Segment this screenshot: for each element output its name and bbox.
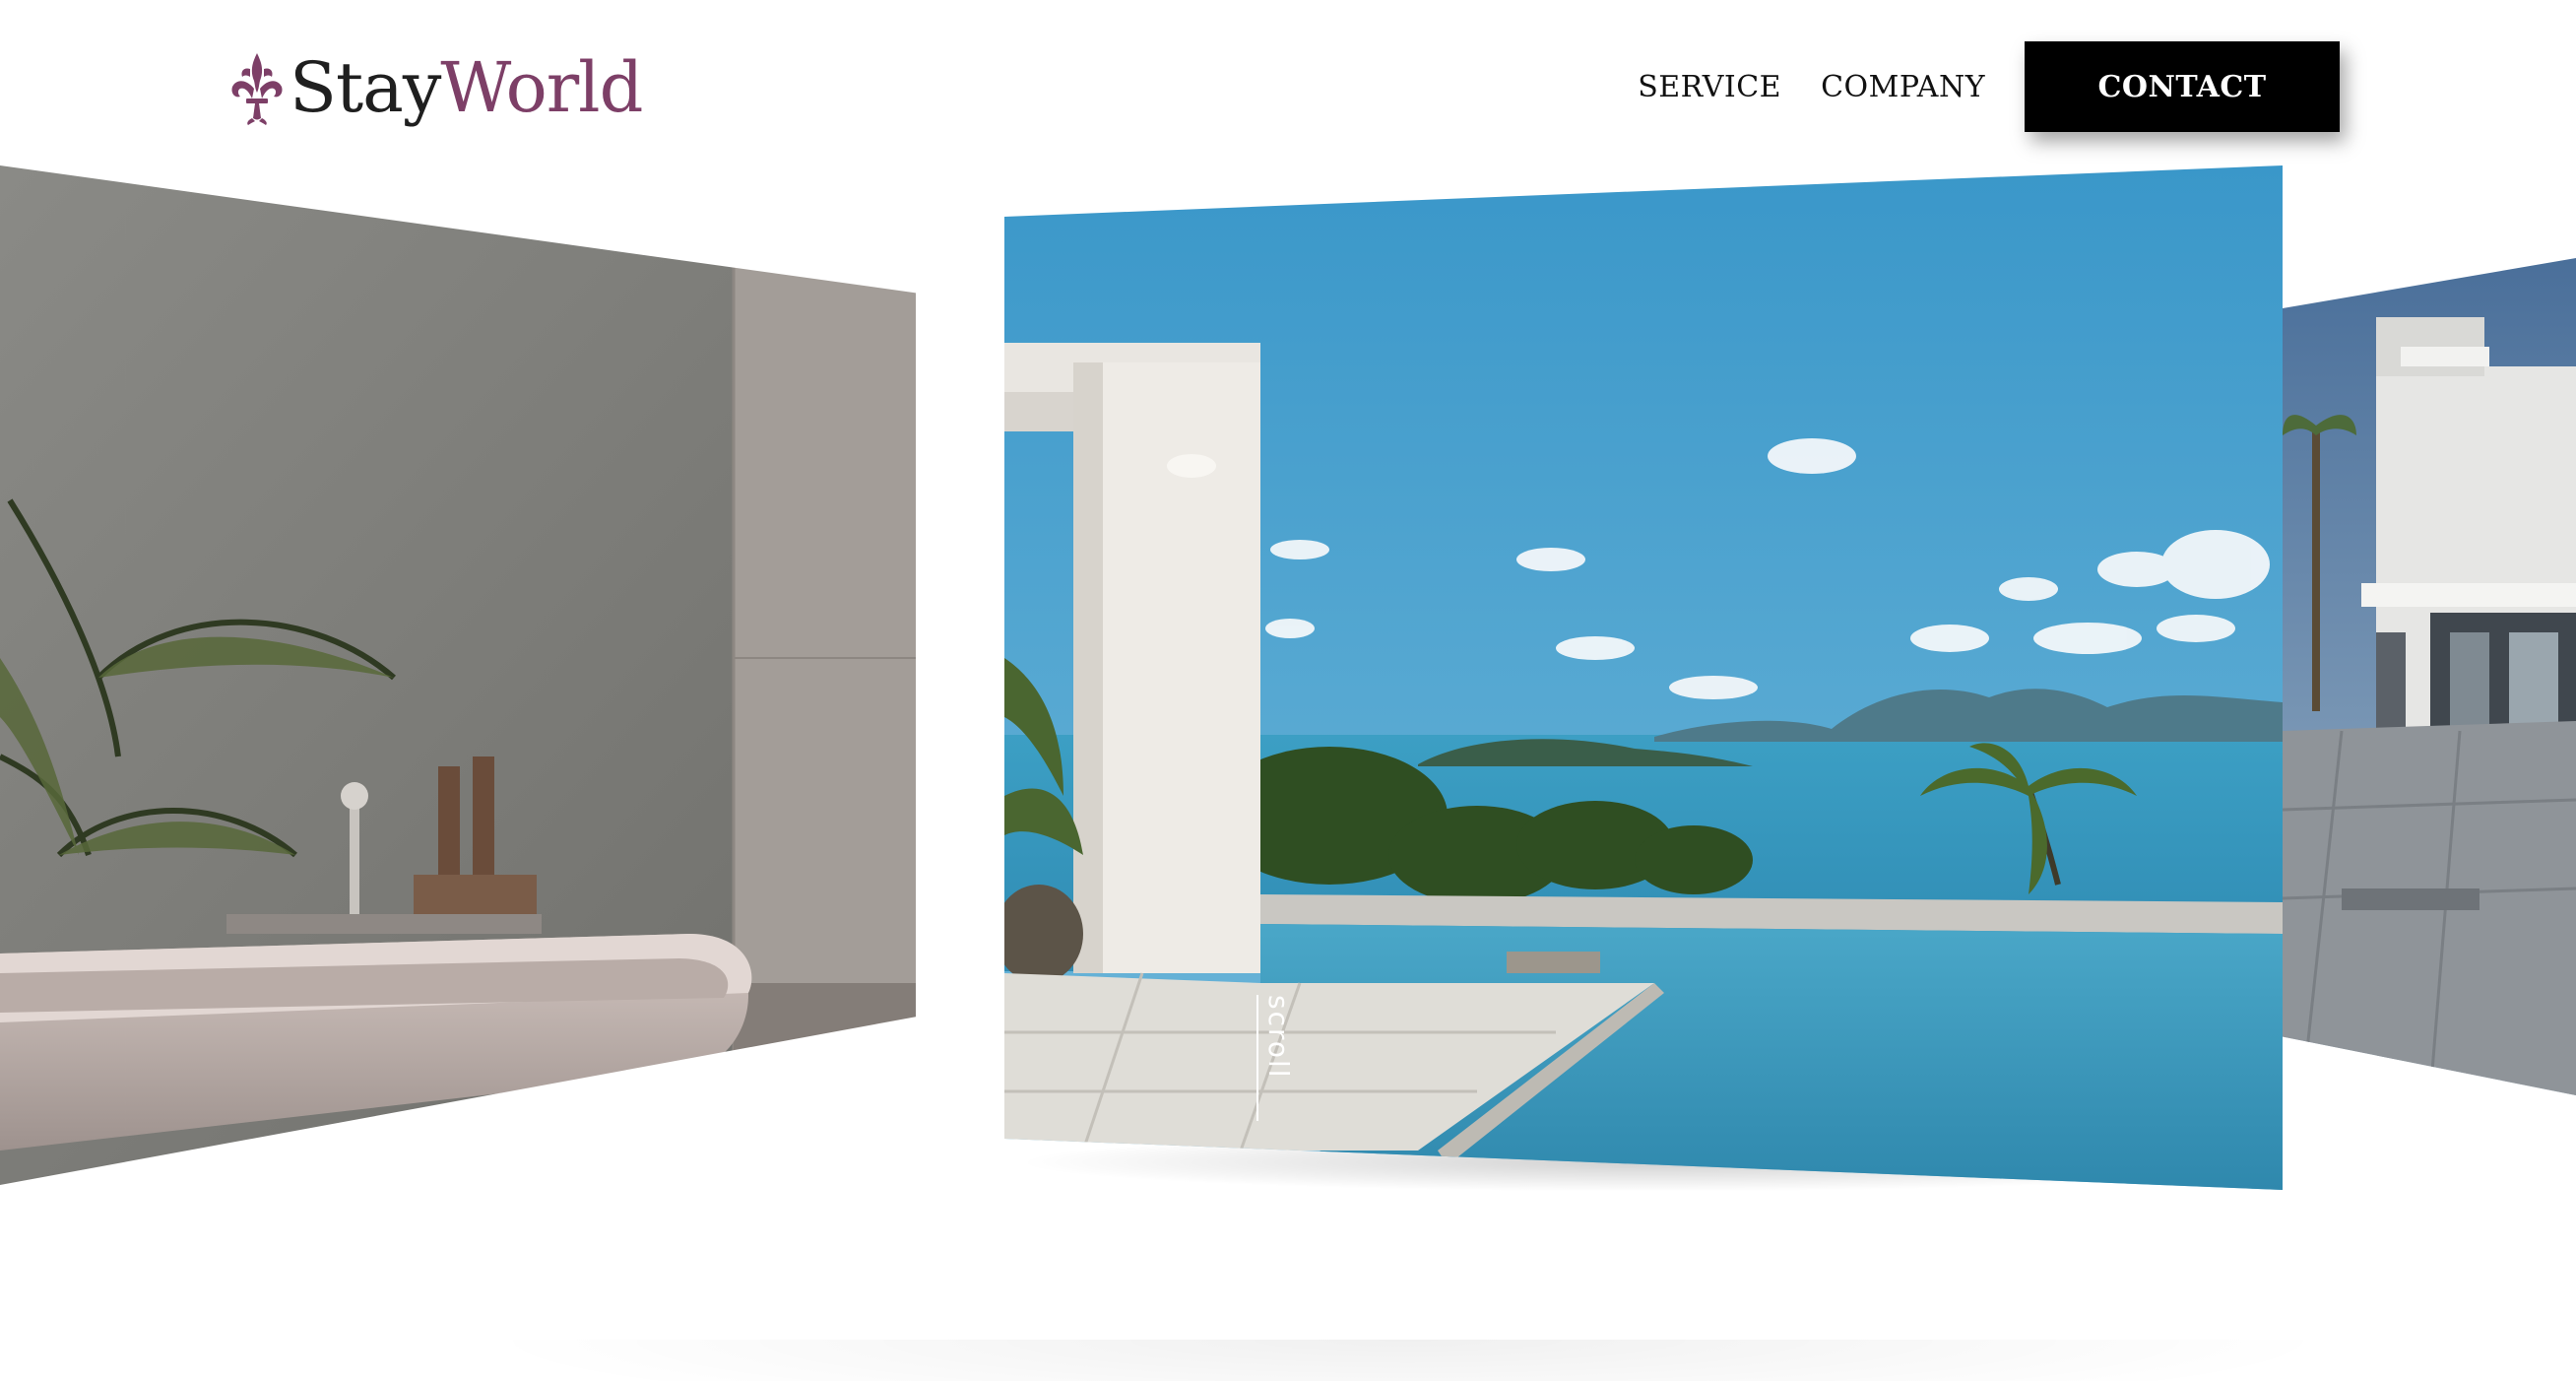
contact-button[interactable]: CONTACT xyxy=(2025,41,2340,132)
villa-scene xyxy=(2283,258,2576,1095)
nav-link-company[interactable]: COMPANY xyxy=(1821,70,1985,104)
pool-scene xyxy=(1004,165,2283,1190)
scroll-indicator[interactable]: scroll xyxy=(1256,995,1302,1123)
logo-text-world: World xyxy=(440,47,643,128)
logo-text-stay: Stay xyxy=(290,47,441,128)
bathtub-scene xyxy=(0,165,916,1185)
infinity-pool-sea-view-photo[interactable] xyxy=(1004,165,2283,1190)
scroll-indicator-line xyxy=(1256,995,1258,1121)
modern-villa-terrace-photo[interactable] xyxy=(2283,258,2576,1095)
scroll-label: scroll xyxy=(1262,995,1295,1080)
logo-wordmark: StayWorld xyxy=(290,53,643,122)
main-nav: SERVICE COMPANY CONTACT xyxy=(1638,41,2340,132)
outdoor-bathtub-photo[interactable] xyxy=(0,165,916,1185)
logo[interactable]: StayWorld xyxy=(228,45,643,130)
bottom-section-shadow xyxy=(473,1340,2344,1381)
nav-link-service[interactable]: SERVICE xyxy=(1638,70,1781,104)
page: StayWorld SERVICE COMPANY CONTACT scroll xyxy=(0,0,2576,1381)
fleur-de-lis-icon xyxy=(231,53,283,125)
